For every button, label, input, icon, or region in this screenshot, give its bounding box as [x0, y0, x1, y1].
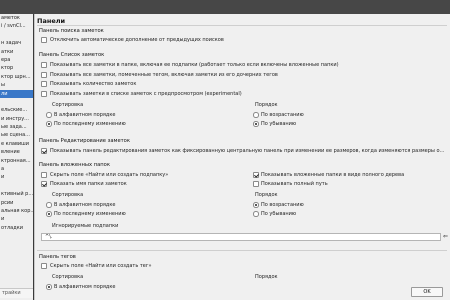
- sidebar-bottom-label: трайки: [0, 288, 33, 298]
- subfolders-order-desc-label: По убыванию: [261, 211, 297, 217]
- subfolders-sort-modified-radio[interactable]: [46, 211, 52, 217]
- show-subfolder-notes-checkbox[interactable]: [41, 62, 47, 68]
- clear-icon[interactable]: ⇐: [443, 233, 448, 240]
- notes-order-label: Порядок: [255, 102, 278, 108]
- sidebar-item[interactable]: и: [0, 215, 33, 223]
- show-folder-name-label: Показать имя папки заметок: [50, 181, 127, 187]
- sidebar-item[interactable]: ктор шрн...: [0, 73, 33, 81]
- notes-sort-alphabetical-label: В алфавитном порядке: [54, 112, 116, 118]
- subfolders-order-asc-label: По возрастанию: [261, 202, 304, 208]
- sidebar-item[interactable]: ли: [0, 89, 33, 98]
- sidebar-item[interactable]: ктронная...: [0, 157, 33, 165]
- hide-find-create-tag-label: Скрыть поле «Найти или создать тег»: [50, 263, 152, 269]
- settings-sidebar: аметок i / svnCl... н задач атки ера ктор ктор…: [0, 14, 33, 300]
- hide-find-create-tag-checkbox[interactable]: [41, 263, 47, 269]
- sidebar-item[interactable]: отладки: [0, 224, 33, 232]
- subfolders-sort-alphabetical-label: В алфавитном порядке: [54, 202, 116, 208]
- show-notes-count-label: Показывать количество заметок: [50, 81, 137, 87]
- show-folder-name-checkbox[interactable]: [41, 181, 47, 187]
- show-full-tree-checkbox[interactable]: [253, 172, 259, 178]
- sidebar-item[interactable]: и: [0, 173, 33, 181]
- sidebar-item[interactable]: аметок: [0, 14, 33, 22]
- notes-sort-modified-radio[interactable]: [46, 121, 52, 127]
- sidebar-item[interactable]: ельские...: [0, 106, 33, 114]
- show-full-tree-label: Показывать вложенные папки в виде полног…: [261, 172, 405, 178]
- search-panel-header: Панель поиска заметок: [39, 28, 104, 34]
- notes-list-panel-header: Панель Список заметок: [39, 52, 105, 58]
- show-notes-count-checkbox[interactable]: [41, 81, 47, 87]
- sidebar-item[interactable]: атки: [0, 48, 33, 56]
- sidebar-item[interactable]: i / svnCl...: [0, 22, 33, 30]
- sidebar-item[interactable]: вление: [0, 148, 33, 156]
- sidebar-item[interactable]: ера: [0, 56, 33, 64]
- ok-button[interactable]: OK: [411, 287, 443, 297]
- ignored-subfolders-input[interactable]: ^\.: [41, 233, 441, 241]
- show-preview-label: Показывать заметки в списке заметок с пр…: [50, 91, 242, 97]
- show-full-path-checkbox[interactable]: [253, 181, 259, 187]
- subfolders-order-desc-radio[interactable]: [253, 211, 259, 217]
- sidebar-item[interactable]: [0, 182, 33, 190]
- sidebar-item[interactable]: рсии: [0, 199, 33, 207]
- show-full-path-label: Показывать полный путь: [261, 181, 328, 187]
- ignored-subfolders-label: Игнорируемые подпапки: [52, 223, 119, 229]
- disable-autocomplete-checkbox[interactable]: [41, 37, 47, 43]
- sidebar-item[interactable]: ые зада...: [0, 123, 33, 131]
- show-preview-checkbox[interactable]: [41, 91, 47, 97]
- sidebar-item[interactable]: н задач: [0, 39, 33, 47]
- sidebar-item[interactable]: а: [0, 165, 33, 173]
- show-child-tag-notes-checkbox[interactable]: [41, 72, 47, 78]
- sidebar-item[interactable]: ы: [0, 81, 33, 89]
- tags-order-label: Порядок: [255, 274, 278, 280]
- sidebar-item[interactable]: [0, 31, 33, 39]
- hide-find-create-subfolder-label: Скрыть поле «Найти или создать подпапку»: [50, 172, 169, 178]
- hide-find-create-subfolder-checkbox[interactable]: [41, 172, 47, 178]
- sidebar-item[interactable]: ктор: [0, 64, 33, 72]
- show-child-tag-notes-label: Показывать все заметки, помеченные тегом…: [50, 72, 278, 78]
- page-title: Панели: [37, 17, 66, 25]
- subfolders-sort-alphabetical-radio[interactable]: [46, 202, 52, 208]
- notes-order-asc-radio[interactable]: [253, 112, 259, 118]
- sidebar-list: аметок i / svnCl... н задач атки ера ктор ктор…: [0, 14, 33, 232]
- show-subfolder-notes-label: Показывать все заметки в папке, включая …: [50, 62, 339, 68]
- title-bar: [0, 0, 450, 14]
- sidebar-item[interactable]: ые сцена...: [0, 131, 33, 139]
- notes-order-desc-radio[interactable]: [253, 121, 259, 127]
- tags-sort-alphabetical-radio[interactable]: [46, 284, 52, 290]
- sidebar-item[interactable]: [0, 98, 33, 106]
- fixed-center-panel-label: Показывать панель редактирования заметок…: [50, 148, 446, 154]
- divider: [37, 250, 447, 251]
- tags-sort-label: Сортировка: [52, 274, 84, 280]
- subfolders-order-label: Порядок: [255, 192, 278, 198]
- notes-sort-modified-label: По последнему изменению: [54, 121, 126, 127]
- disable-autocomplete-label: Отключить автоматическое дополнение от п…: [50, 37, 224, 43]
- notes-order-desc-label: По убыванию: [261, 121, 297, 127]
- tags-panel-header: Панель тегов: [39, 254, 76, 260]
- subfolders-panel-header: Панель вложенных папок: [39, 162, 110, 168]
- divider: [37, 25, 447, 26]
- fixed-center-panel-checkbox[interactable]: [41, 148, 47, 154]
- sidebar-item[interactable]: альная кор...: [0, 207, 33, 215]
- sidebar-item[interactable]: ктивный р...: [0, 190, 33, 198]
- subfolders-order-asc-radio[interactable]: [253, 202, 259, 208]
- sidebar-item[interactable]: е клавиши: [0, 140, 33, 148]
- tags-sort-alphabetical-label: В алфавитном порядке: [54, 284, 116, 290]
- subfolders-sort-label: Сортировка: [52, 192, 84, 198]
- edit-panel-header: Панель Редактирование заметок: [39, 138, 130, 144]
- sidebar-item[interactable]: и инстру...: [0, 115, 33, 123]
- notes-sort-alphabetical-radio[interactable]: [46, 112, 52, 118]
- notes-order-asc-label: По возрастанию: [261, 112, 304, 118]
- subfolders-sort-modified-label: По последнему изменению: [54, 211, 126, 217]
- panels-settings-page: Панели Панель поиска заметок Отключить а…: [34, 14, 450, 300]
- notes-sort-label: Сортировка: [52, 102, 84, 108]
